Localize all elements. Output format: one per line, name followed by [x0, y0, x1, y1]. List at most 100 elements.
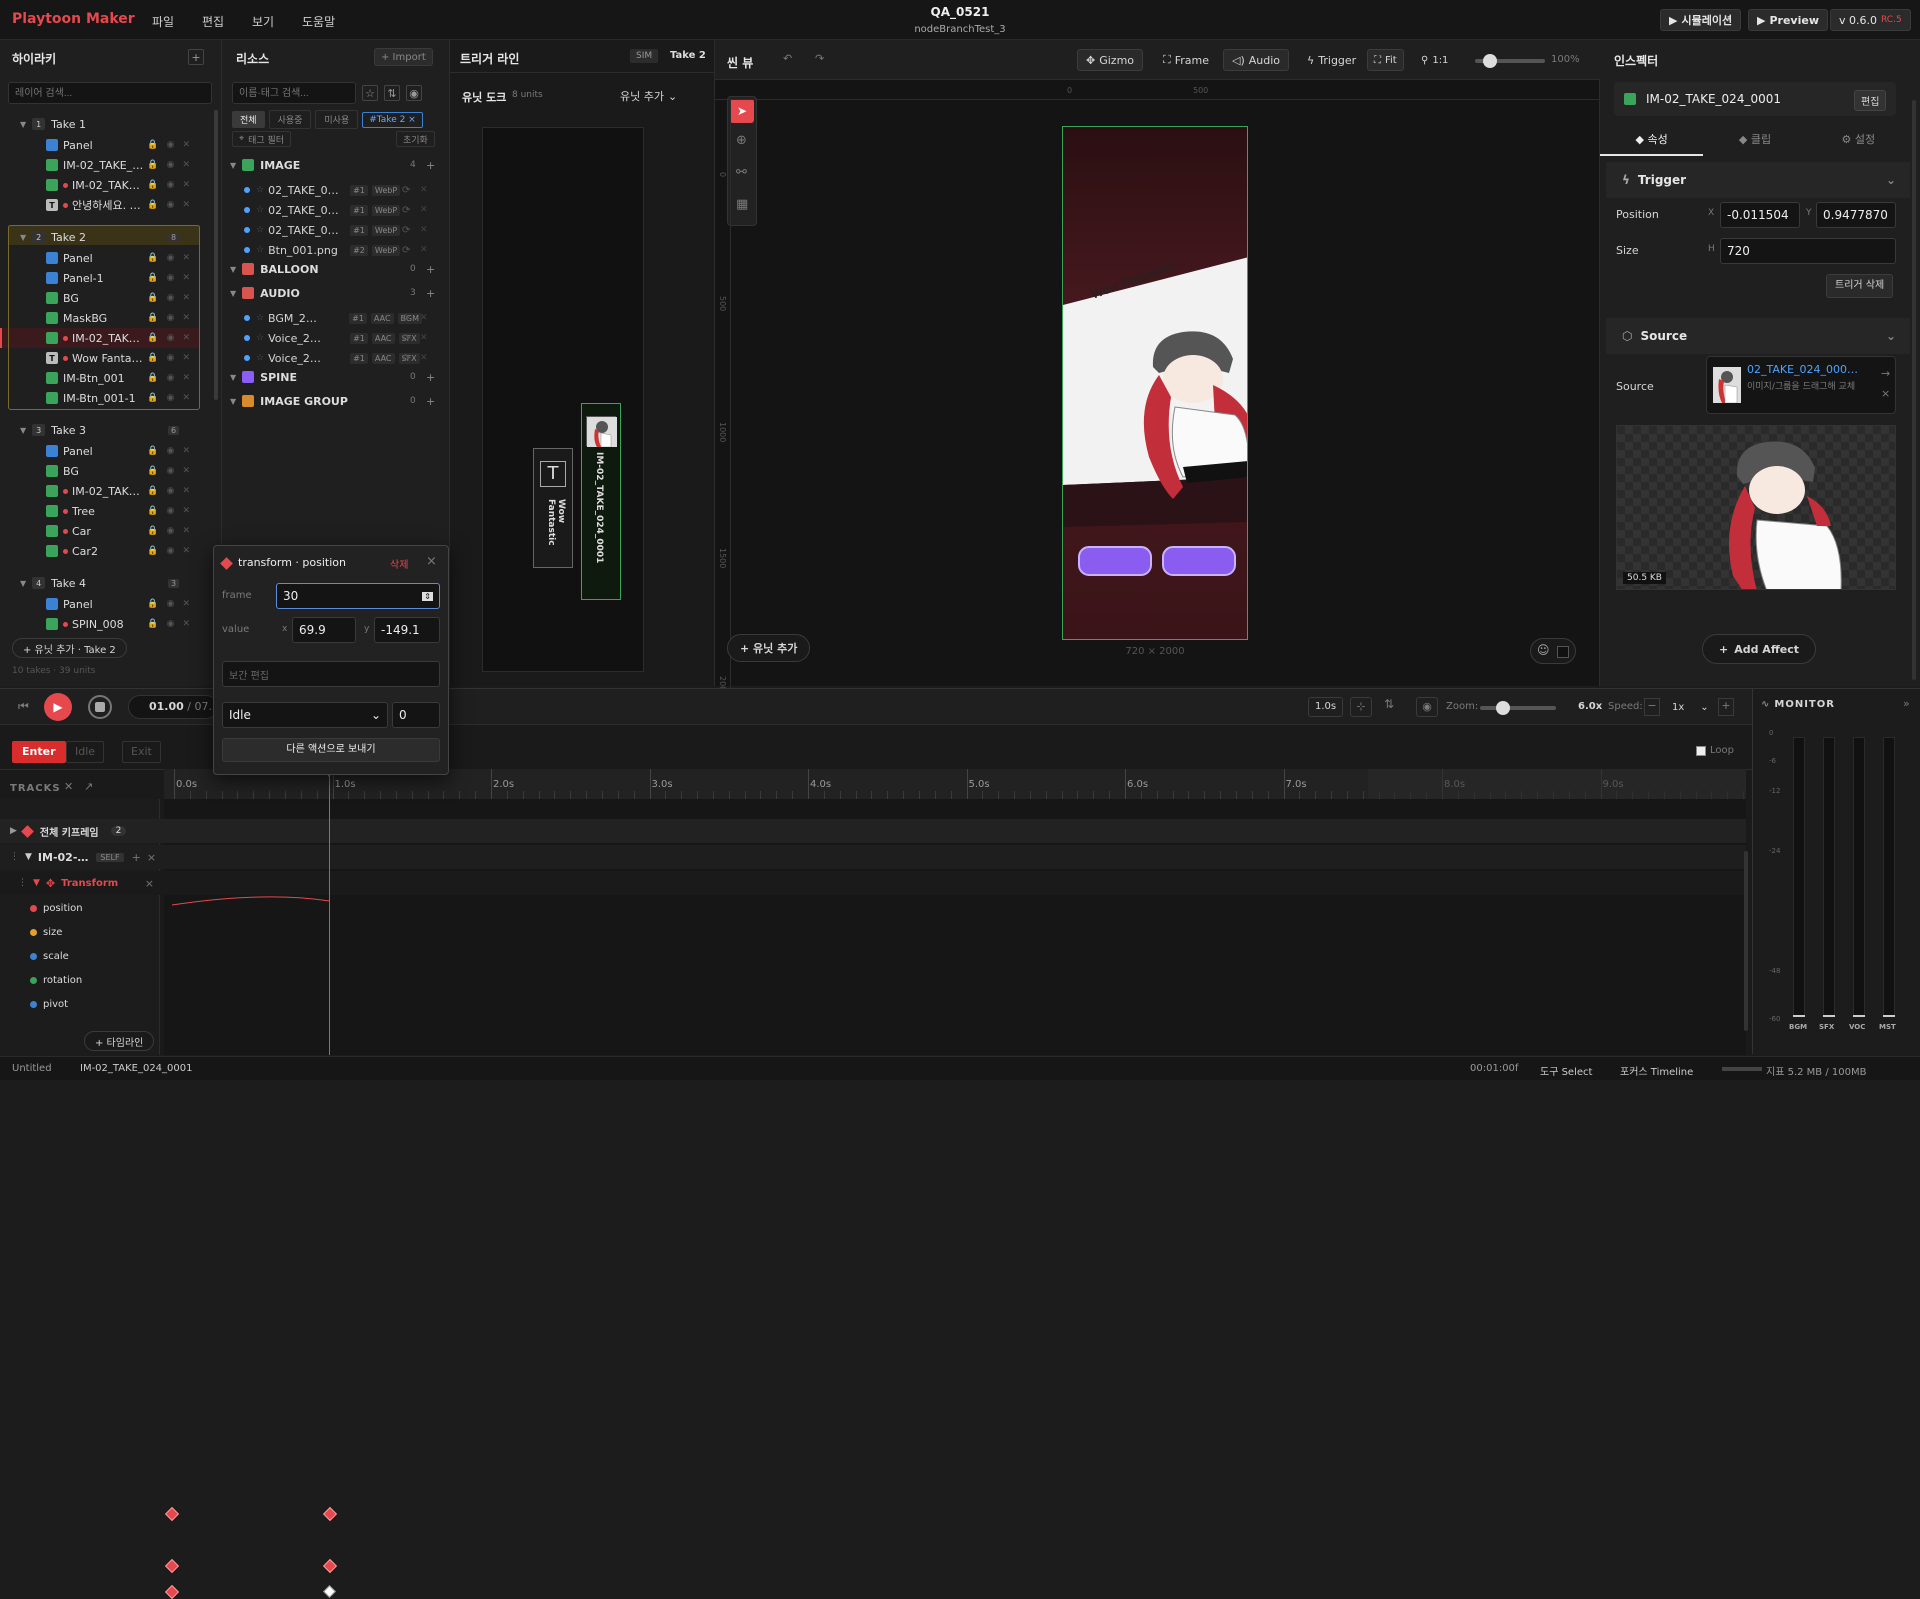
- lock-icon[interactable]: 🔒: [147, 546, 158, 556]
- ratio-button[interactable]: ⚲ 1:1: [1415, 49, 1454, 71]
- filter-all[interactable]: 전체: [232, 111, 265, 128]
- refresh-icon[interactable]: ⟳: [402, 185, 410, 196]
- close-icon[interactable]: ✕: [420, 225, 428, 235]
- keyframe[interactable]: [323, 1585, 336, 1598]
- loop-checkbox[interactable]: [1696, 745, 1706, 756]
- close-icon[interactable]: ×: [1881, 387, 1890, 400]
- collapse-icon[interactable]: ✕: [64, 780, 73, 793]
- layer-row[interactable]: IM-02_TAK… 🔒 ◉ ✕: [0, 175, 200, 195]
- resource-search-input[interactable]: [232, 82, 356, 104]
- stepper-icon[interactable]: ⇕: [422, 591, 433, 601]
- add-resource-icon[interactable]: +: [426, 287, 435, 300]
- keyframe[interactable]: [322, 1506, 338, 1522]
- close-icon[interactable]: ✕: [182, 393, 190, 403]
- star-icon[interactable]: ☆: [256, 185, 264, 195]
- delete-keyframe-button[interactable]: 삭제: [390, 556, 408, 571]
- timeline-scrollbar[interactable]: [1744, 851, 1748, 1031]
- frame-input[interactable]: 30 ⇕: [276, 583, 440, 609]
- drag-handle-icon[interactable]: ⋮: [18, 878, 27, 888]
- gizmo-toggle[interactable]: ✥ Gizmo: [1077, 49, 1144, 71]
- replace-icon[interactable]: →: [1881, 367, 1890, 380]
- audio-toggle[interactable]: ◁) Audio: [1223, 49, 1290, 71]
- eye-icon[interactable]: ◉: [1416, 697, 1438, 717]
- layer-row[interactable]: Car 🔒 ◉ ✕: [0, 521, 200, 541]
- reset-filter-button[interactable]: 초기화: [396, 131, 435, 147]
- take-row[interactable]: ▼ 4 Take 4 3: [0, 573, 200, 593]
- eye-icon[interactable]: ◉: [167, 273, 175, 283]
- eye-icon[interactable]: ◉: [406, 85, 422, 101]
- trigger-size-h[interactable]: 720: [1720, 238, 1896, 264]
- star-icon[interactable]: ☆: [256, 333, 264, 343]
- link-tool-icon[interactable]: ⚯: [736, 165, 747, 180]
- layer-row[interactable]: Car2 🔒 ◉ ✕: [0, 541, 200, 561]
- action-exit-tab[interactable]: Exit: [122, 741, 161, 763]
- add-layer-button[interactable]: +: [188, 49, 204, 65]
- undo-icon[interactable]: ↶: [783, 52, 792, 65]
- step-button[interactable]: 1.0s: [1308, 697, 1344, 717]
- loop-toggle[interactable]: Loop: [1696, 745, 1734, 756]
- close-icon[interactable]: ✕: [182, 546, 190, 556]
- close-icon[interactable]: ✕: [420, 313, 428, 323]
- tab-clip[interactable]: ◆ 클립: [1703, 126, 1806, 156]
- layer-search-input[interactable]: [8, 82, 212, 104]
- lock-icon[interactable]: 🔒: [147, 393, 158, 403]
- property-track[interactable]: pivot: [0, 993, 160, 1015]
- scene-zoom-slider[interactable]: [1475, 54, 1545, 68]
- close-icon[interactable]: ✕: [182, 373, 190, 383]
- star-icon[interactable]: ☆: [362, 85, 378, 101]
- star-icon[interactable]: ☆: [256, 205, 264, 215]
- playhead[interactable]: [329, 769, 330, 1055]
- close-icon[interactable]: ✕: [420, 245, 428, 255]
- layer-row[interactable]: IM-02_TAK… 🔒 ◉ ✕: [0, 481, 200, 501]
- simulation-button[interactable]: ▶ 시뮬레이션: [1660, 9, 1742, 31]
- lock-icon[interactable]: 🔒: [147, 273, 158, 283]
- eye-icon[interactable]: ◉: [167, 546, 175, 556]
- resource-item[interactable]: ☆ 02_TAKE_0… #1 WebP ⟳ ✕: [222, 200, 428, 220]
- resource-item[interactable]: ☆ Voice_2… #1 AAC SFX ⟳ ✕: [222, 348, 428, 368]
- close-icon[interactable]: ✕: [182, 599, 190, 609]
- menu-view[interactable]: 보기: [252, 13, 274, 30]
- refresh-icon[interactable]: ⟳: [402, 333, 410, 344]
- property-track[interactable]: rotation: [0, 969, 160, 991]
- action-enter-tab[interactable]: Enter: [12, 741, 66, 763]
- value-y-input[interactable]: -149.1: [374, 617, 440, 643]
- text-unit-block[interactable]: T Wow Fantastic: [533, 448, 573, 568]
- eye-icon[interactable]: ◉: [167, 160, 175, 170]
- lock-icon[interactable]: 🔒: [147, 180, 158, 190]
- filter-unused[interactable]: 미사용: [315, 110, 359, 129]
- hierarchy-scrollbar[interactable]: [214, 110, 218, 400]
- close-icon[interactable]: ✕: [182, 353, 190, 363]
- property-track[interactable]: position: [0, 897, 160, 919]
- lock-icon[interactable]: 🔒: [147, 160, 158, 170]
- refresh-icon[interactable]: ⟳: [402, 353, 410, 364]
- eye-icon[interactable]: ◉: [167, 373, 175, 383]
- eye-icon[interactable]: ◉: [167, 619, 175, 629]
- lock-icon[interactable]: 🔒: [147, 140, 158, 150]
- expand-icon[interactable]: »: [1903, 697, 1910, 710]
- resource-item[interactable]: ☆ 02_TAKE_0… #1 WebP ⟳ ✕: [222, 220, 428, 240]
- eye-icon[interactable]: ◉: [167, 180, 175, 190]
- close-icon[interactable]: ✕: [182, 506, 190, 516]
- skip-back-icon[interactable]: ⏮: [18, 699, 29, 714]
- add-unit-dropdown[interactable]: 유닛 추가 ⌄: [620, 88, 677, 104]
- trigger-section-header[interactable]: ϟ Trigger ⌄: [1606, 162, 1910, 198]
- close-icon[interactable]: ✕: [182, 200, 190, 210]
- layer-row[interactable]: Panel 🔒 ◉ ✕: [0, 441, 200, 461]
- close-icon[interactable]: ✕: [182, 273, 190, 283]
- scene-canvas[interactable]: Wow Fantastic!: [1062, 126, 1248, 640]
- take-row[interactable]: ▼ 3 Take 3 6: [0, 420, 200, 440]
- snap-icon[interactable]: ⊹: [1350, 697, 1372, 717]
- eye-icon[interactable]: ◉: [167, 466, 175, 476]
- layer-row[interactable]: Panel 🔒 ◉ ✕: [0, 248, 200, 268]
- image-unit-block[interactable]: IM-02_TAKE_024_0001: [581, 403, 621, 600]
- close-icon[interactable]: ✕: [182, 313, 190, 323]
- star-icon[interactable]: ☆: [256, 353, 264, 363]
- take-row[interactable]: ▼ 1 Take 1: [0, 114, 200, 134]
- resource-category[interactable]: ▼ SPINE 0 +: [230, 368, 440, 386]
- scene-zoom-thumb[interactable]: [1483, 54, 1497, 68]
- timeline-zoom-thumb[interactable]: [1496, 701, 1510, 715]
- lock-icon[interactable]: 🔒: [147, 353, 158, 363]
- interpolation-edit-button[interactable]: 보간 편집: [222, 661, 440, 687]
- close-icon[interactable]: ✕: [182, 293, 190, 303]
- eye-icon[interactable]: ◉: [167, 333, 175, 343]
